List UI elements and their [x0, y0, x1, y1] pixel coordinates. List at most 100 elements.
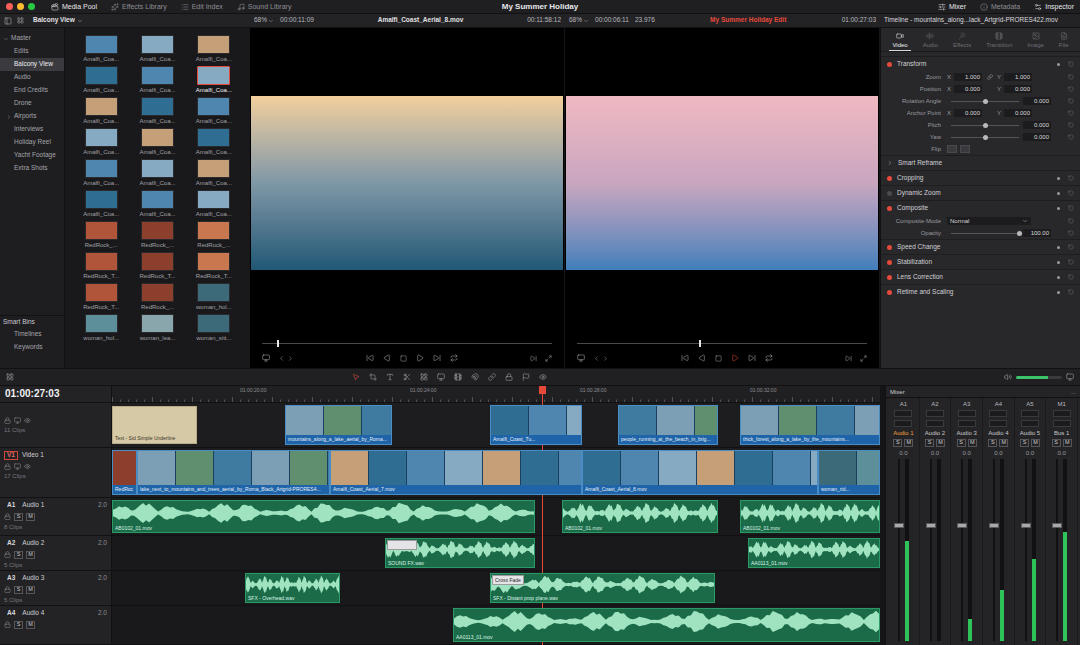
solo-button[interactable]: S	[14, 586, 23, 594]
video-clip[interactable]: mountains_along_a_lake_aerial_by_Roma...	[285, 405, 392, 445]
track-visibility-icon[interactable]	[24, 463, 31, 470]
viewer-scrubber[interactable]	[565, 338, 879, 348]
collapsed-chevron-icon[interactable]	[6, 114, 12, 120]
skip-forward-icon[interactable]	[433, 354, 441, 362]
jog-right-icon[interactable]	[287, 355, 294, 362]
media-clip[interactable]: Amalfi_Coa...	[186, 159, 242, 186]
insert-clip-icon[interactable]	[420, 373, 428, 381]
slider-knob[interactable]	[1017, 231, 1022, 236]
reset-icon[interactable]	[1068, 230, 1074, 236]
pan-control[interactable]	[989, 420, 1007, 427]
reset-icon[interactable]	[1068, 110, 1074, 116]
reverse-play-icon[interactable]	[698, 354, 706, 362]
pan-control[interactable]	[1021, 420, 1039, 427]
media-clip[interactable]: Amalfi_Coa...	[186, 97, 242, 124]
media-clip[interactable]: Amalfi_Coa...	[129, 35, 185, 62]
linked-selection-icon[interactable]	[488, 373, 496, 381]
blade-tool-icon[interactable]	[386, 373, 394, 381]
slider-knob[interactable]	[983, 123, 988, 128]
track-header[interactable]: A3Audio 32.0SM5 Clips	[0, 571, 111, 606]
zoom-button[interactable]	[28, 3, 35, 10]
fader-knob[interactable]	[926, 523, 936, 528]
viewer-scrubber[interactable]	[250, 338, 564, 348]
section-header[interactable]: Cropping	[881, 170, 1080, 185]
track-code[interactable]: A3	[4, 574, 18, 583]
pan-control[interactable]	[894, 420, 912, 427]
channel-name[interactable]: Audio 1	[893, 430, 913, 436]
smart-bin-item[interactable]: Keywords	[0, 341, 64, 354]
media-clip[interactable]: Amalfi_Coa...	[186, 35, 242, 62]
workspace-tab[interactable]: Mixer	[938, 3, 966, 11]
media-clip[interactable]: RedRock_T...	[73, 252, 129, 279]
reset-icon[interactable]	[1068, 244, 1074, 250]
transition-box[interactable]	[387, 540, 417, 550]
fader-knob[interactable]	[894, 523, 904, 528]
section-header[interactable]: Smart Reframe	[881, 155, 1080, 170]
track-lock-icon[interactable]	[4, 417, 11, 424]
media-clip[interactable]: Amalfi_Coa...	[129, 159, 185, 186]
workspace-tab[interactable]: Effects Library	[111, 3, 167, 11]
section-enable-toggle[interactable]	[887, 206, 892, 211]
video-tab-icon[interactable]	[896, 32, 904, 40]
close-button[interactable]	[6, 3, 13, 10]
eq-button[interactable]	[1021, 410, 1039, 417]
media-clip[interactable]: Amalfi_Coa...	[129, 190, 185, 217]
mixer-menu[interactable]: ...	[1071, 389, 1076, 395]
eq-button[interactable]	[989, 410, 1007, 417]
volume-slider[interactable]	[1016, 376, 1062, 379]
channel-name[interactable]: Audio 3	[957, 430, 977, 436]
section-header[interactable]: Retime and Scaling	[881, 284, 1080, 299]
media-clip[interactable]: woman_sitt...	[186, 314, 242, 341]
media-clip[interactable]: Amalfi_Coa...	[186, 66, 242, 93]
workspace-tab[interactable]: Edit Index	[181, 3, 223, 11]
minimize-button[interactable]	[17, 3, 24, 10]
fader-knob[interactable]	[989, 523, 999, 528]
sound-library-icon[interactable]	[237, 3, 245, 11]
pan-control[interactable]	[926, 420, 944, 427]
param-value-field[interactable]: 0.000	[1023, 97, 1051, 105]
file-tab-icon[interactable]	[1060, 32, 1068, 40]
reset-icon[interactable]	[1068, 289, 1074, 295]
bin-item[interactable]: Holiday Reel	[0, 136, 64, 149]
workspace-tab[interactable]: Inspector	[1034, 3, 1074, 11]
slider-knob[interactable]	[983, 135, 988, 140]
audio-clip[interactable]: AB0102_01.mov	[562, 500, 718, 533]
solo-button[interactable]: S	[14, 551, 23, 559]
track-code[interactable]: A2	[4, 539, 18, 548]
eq-button[interactable]	[1053, 410, 1071, 417]
track-name[interactable]: Audio 4	[22, 610, 44, 617]
inspector-tab[interactable]: Image	[1024, 32, 1047, 51]
pan-control[interactable]	[958, 420, 976, 427]
timeline-view-options-icon[interactable]	[6, 373, 14, 381]
reset-icon[interactable]	[1068, 86, 1074, 92]
media-clip[interactable]: RedRock_T...	[129, 252, 185, 279]
effects-tab-icon[interactable]	[958, 32, 966, 40]
playhead-handle[interactable]	[539, 386, 546, 394]
audio-clip[interactable]: AA0113_01.mov	[748, 538, 880, 568]
fullscreen-icon[interactable]	[545, 355, 552, 362]
section-enable-toggle[interactable]	[887, 191, 892, 196]
zoom-selector[interactable]: 68%	[569, 17, 589, 24]
media-clip[interactable]: Amalfi_Coa...	[73, 190, 129, 217]
mute-button[interactable]: M	[999, 439, 1008, 447]
y-value-field[interactable]: 0.000	[1004, 85, 1032, 93]
inspector-tab[interactable]: Effects	[950, 32, 974, 51]
media-clip[interactable]: Amalfi_Coa...	[129, 97, 185, 124]
eq-button[interactable]	[958, 410, 976, 417]
reset-icon[interactable]	[1068, 122, 1074, 128]
skip-back-icon[interactable]	[681, 354, 689, 362]
param-slider[interactable]	[951, 233, 1019, 234]
channel-name[interactable]: Audio 2	[925, 430, 945, 436]
workspace-tab[interactable]: Sound Library	[237, 3, 292, 11]
media-clip[interactable]: RedRock_...	[129, 283, 185, 310]
track-name[interactable]: Audio 1	[22, 502, 44, 509]
auto-select-icon[interactable]	[14, 417, 21, 424]
razor-icon[interactable]	[403, 373, 411, 381]
section-header[interactable]: Transform	[881, 56, 1080, 71]
bin-item[interactable]: Extra Shots	[0, 162, 64, 175]
param-slider[interactable]	[951, 101, 1019, 102]
flip-vertical-button[interactable]	[960, 145, 970, 153]
media-clip[interactable]: Amalfi_Coa...	[73, 159, 129, 186]
track-name[interactable]: Video 1	[22, 452, 44, 459]
chevron-down-icon[interactable]	[1022, 218, 1028, 224]
